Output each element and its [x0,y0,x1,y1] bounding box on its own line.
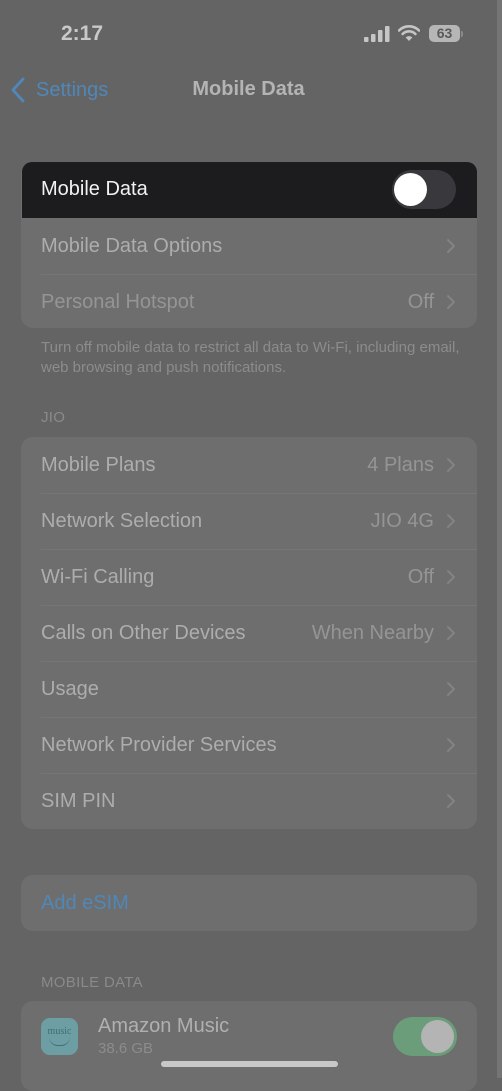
amazon-music-icon: music [41,1017,78,1055]
battery-level: 63 [429,25,460,42]
personal-hotspot-row[interactable]: Personal Hotspot Off [21,274,477,328]
mobile-data-label: Mobile Data [41,178,148,200]
row-value: 4 Plans [367,453,434,476]
amazon-music-data-toggle[interactable] [393,1016,457,1056]
sim-pin-row[interactable]: SIM PIN [21,773,477,829]
status-time: 2:17 [61,22,104,45]
chevron-right-icon [447,570,455,584]
mobile-data-toggle-row: Mobile Data [22,162,477,218]
wifi-calling-row[interactable]: Wi-Fi Calling Off [21,549,477,605]
toggle-knob [421,1019,454,1053]
row-label: Usage [41,677,99,700]
mobile-data-footer-note: Turn off mobile data to restrict all dat… [41,339,460,376]
battery-tip [461,31,463,37]
chevron-right-icon [447,738,455,752]
chevron-right-icon [447,626,455,640]
chevron-right-icon [447,239,455,253]
row-label: SIM PIN [41,789,116,812]
jio-card: Mobile Plans 4 Plans Network Selection J… [21,437,477,829]
add-esim-card: Add eSIM [21,875,477,931]
app-name: Amazon Music [98,1015,230,1037]
cellular-signal-icon [364,26,390,42]
row-value: JIO 4G [370,509,434,532]
chevron-right-icon [447,458,455,472]
status-bar: 2:17 63 [0,0,497,60]
app-text: Amazon Music 38.6 GB [98,1015,393,1057]
chevron-right-icon [447,682,455,696]
row-label: Personal Hotspot [41,290,195,313]
chevron-right-icon [447,794,455,808]
network-provider-services-row[interactable]: Network Provider Services [21,717,477,773]
row-label: Network Selection [41,509,203,532]
wifi-icon [398,25,420,41]
home-indicator[interactable] [161,1061,338,1067]
row-value: Off [407,290,434,313]
navigation-bar: Settings Mobile Data [0,70,497,110]
row-value: When Nearby [311,621,434,644]
row-label: Calls on Other Devices [41,621,246,644]
chevron-right-icon [447,514,455,528]
row-label: Wi-Fi Calling [41,565,155,588]
app-icon-text: music [47,1025,72,1037]
add-esim-label: Add eSIM [41,891,129,914]
chevron-right-icon [447,295,455,309]
mobile-data-toggle[interactable] [392,170,456,209]
row-label: Network Provider Services [41,733,277,756]
network-selection-row[interactable]: Network Selection JIO 4G [21,493,477,549]
mobile-data-options-row[interactable]: Mobile Data Options [21,218,477,274]
app-usage: 38.6 GB [98,1040,154,1057]
screen-edge [497,0,502,1078]
add-esim-button[interactable]: Add eSIM [21,875,477,931]
section-header-mobile-data: MOBILE DATA [41,974,143,991]
row-value: Off [407,565,434,588]
battery-icon: 63 [429,25,464,43]
row-label: Mobile Data Options [41,234,223,257]
toggle-knob [394,173,427,206]
row-label: Mobile Plans [41,453,156,476]
section-header-jio: JIO [41,409,66,426]
page-title: Mobile Data [192,78,305,100]
usage-row[interactable]: Usage [21,661,477,717]
calls-on-other-devices-row[interactable]: Calls on Other Devices When Nearby [21,605,477,661]
smile-arrow-icon [49,1037,70,1046]
mobile-plans-row[interactable]: Mobile Plans 4 Plans [21,437,477,493]
